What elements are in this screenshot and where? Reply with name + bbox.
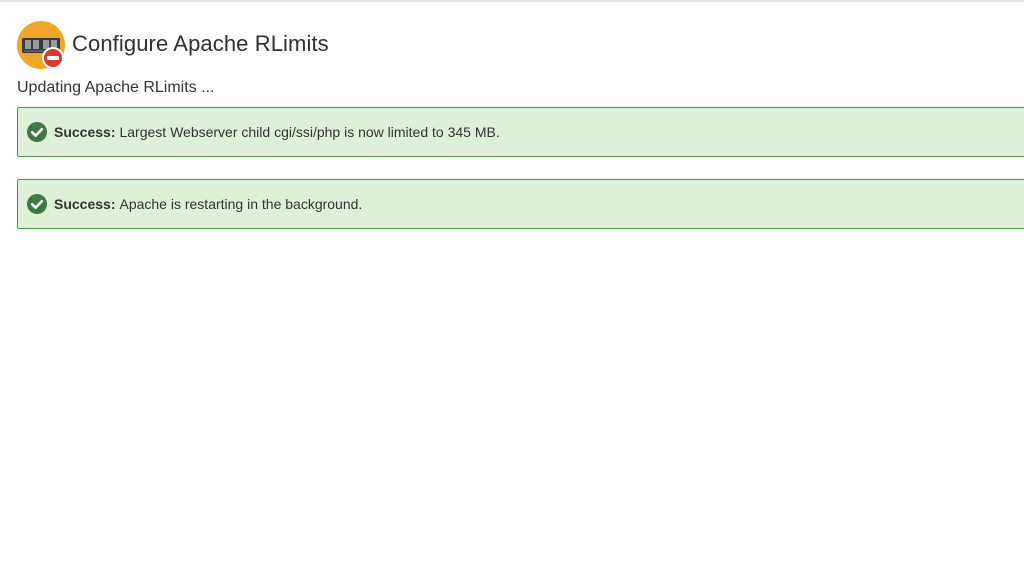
alert-label: Success: — [54, 196, 116, 212]
server-memory-blocked-icon — [17, 21, 67, 71]
alert-text: Success: Apache is restarting in the back… — [54, 196, 362, 212]
status-message: Updating Apache RLimits ... — [17, 79, 215, 96]
alert-text: Success: Largest Webserver child cgi/ssi/… — [54, 124, 500, 140]
alert-label: Success: — [54, 124, 116, 140]
page-header: Configure Apache RLimits — [17, 21, 329, 71]
top-divider — [0, 0, 1024, 2]
success-alert-restart: Success: Apache is restarting in the back… — [17, 179, 1024, 229]
success-alert-rlimit: Success: Largest Webserver child cgi/ssi/… — [17, 107, 1024, 157]
alert-message: Apache is restarting in the background. — [119, 196, 363, 212]
check-circle-icon — [27, 194, 47, 214]
check-circle-icon — [27, 122, 47, 142]
alert-message: Largest Webserver child cgi/ssi/php is n… — [119, 124, 500, 140]
page-title: Configure Apache RLimits — [72, 31, 329, 56]
